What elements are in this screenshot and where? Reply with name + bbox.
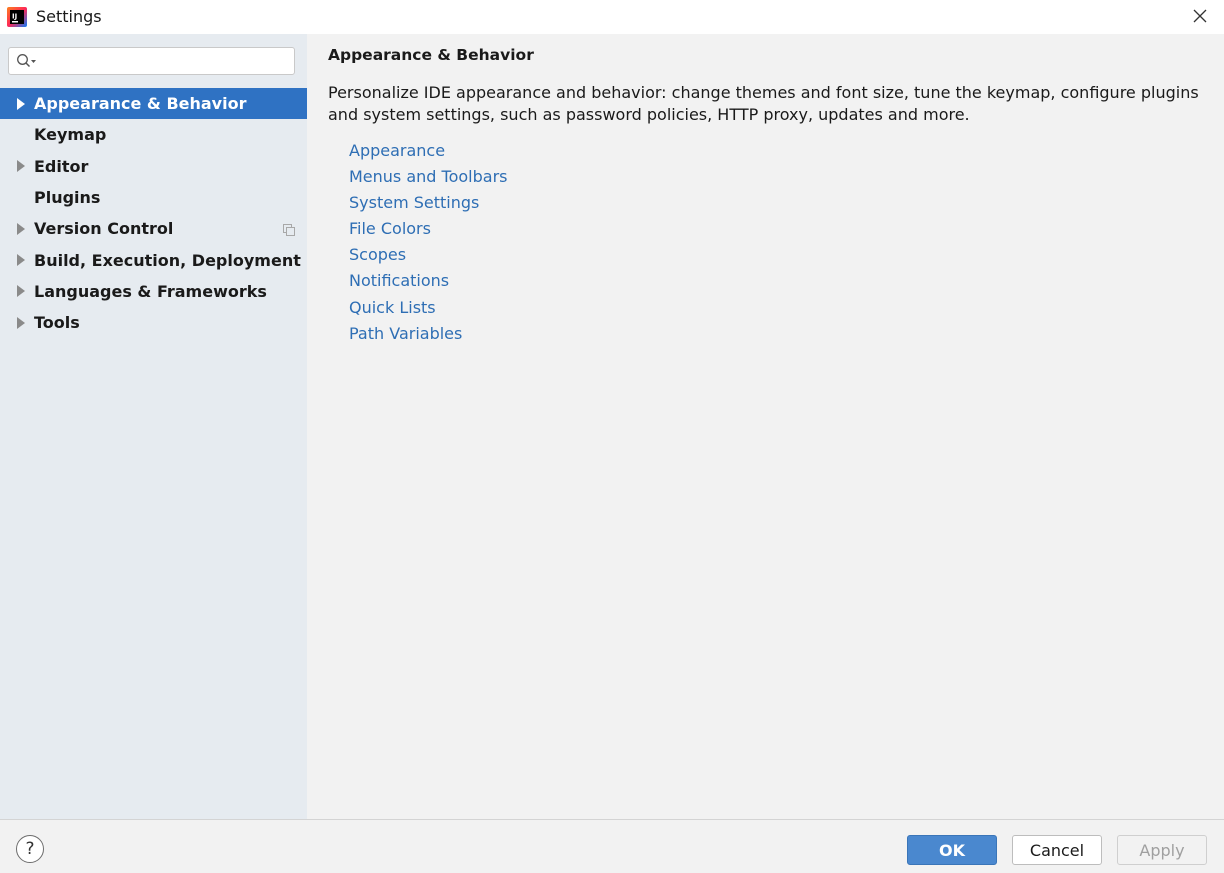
settings-content: Appearance & Behavior Personalize IDE ap… xyxy=(307,34,1224,819)
link-path-variables[interactable]: Path Variables xyxy=(349,321,508,347)
title-bar: IJ Settings xyxy=(0,0,1224,34)
cancel-button[interactable]: Cancel xyxy=(1012,835,1102,865)
link-file-colors[interactable]: File Colors xyxy=(349,216,508,242)
link-scopes[interactable]: Scopes xyxy=(349,242,508,268)
sidebar-item-label: Tools xyxy=(34,313,80,333)
apply-button[interactable]: Apply xyxy=(1117,835,1207,865)
help-button[interactable]: ? xyxy=(16,835,44,863)
link-quick-lists[interactable]: Quick Lists xyxy=(349,295,508,321)
sidebar-item-languages-frameworks[interactable]: Languages & Frameworks xyxy=(0,276,307,307)
link-appearance[interactable]: Appearance xyxy=(349,138,508,164)
settings-tree: Appearance & Behavior Keymap Editor Plug… xyxy=(0,88,307,338)
search-icon[interactable] xyxy=(16,53,38,69)
sidebar-item-label: Build, Execution, Deployment xyxy=(34,250,301,270)
help-icon: ? xyxy=(25,839,35,859)
expand-arrow-icon[interactable] xyxy=(14,316,28,330)
copy-icon xyxy=(282,222,296,236)
link-menus-and-toolbars[interactable]: Menus and Toolbars xyxy=(349,164,508,190)
sidebar-item-keymap[interactable]: Keymap xyxy=(0,119,307,150)
expand-arrow-icon[interactable] xyxy=(14,97,28,111)
sidebar-item-label: Editor xyxy=(34,156,89,176)
close-icon xyxy=(1193,8,1207,27)
sidebar-item-tools[interactable]: Tools xyxy=(0,307,307,338)
ok-button[interactable]: OK xyxy=(907,835,997,865)
subsection-links: Appearance Menus and Toolbars System Set… xyxy=(349,138,508,347)
dialog-footer: ? OK Cancel Apply xyxy=(0,819,1224,873)
sidebar-item-label: Plugins xyxy=(34,188,101,208)
svg-text:IJ: IJ xyxy=(12,13,17,21)
sidebar-item-appearance-behavior[interactable]: Appearance & Behavior xyxy=(0,88,307,120)
expand-arrow-icon[interactable] xyxy=(14,159,28,173)
search-box[interactable] xyxy=(8,47,295,75)
link-system-settings[interactable]: System Settings xyxy=(349,190,508,216)
sidebar-item-label: Version Control xyxy=(34,219,174,239)
expand-arrow-icon[interactable] xyxy=(14,253,28,267)
sidebar-item-version-control[interactable]: Version Control xyxy=(0,213,307,244)
window-title: Settings xyxy=(36,7,102,26)
intellij-idea-icon: IJ xyxy=(7,7,27,27)
settings-window: IJ Settings Appearance & Behavior Keymap… xyxy=(0,0,1224,873)
expand-arrow-icon[interactable] xyxy=(14,222,28,236)
close-button[interactable] xyxy=(1186,4,1214,30)
link-notifications[interactable]: Notifications xyxy=(349,268,508,294)
sidebar-item-build-execution-deployment[interactable]: Build, Execution, Deployment xyxy=(0,244,307,275)
page-description: Personalize IDE appearance and behavior:… xyxy=(328,83,1199,124)
page-title: Appearance & Behavior xyxy=(328,46,534,64)
sidebar-item-plugins[interactable]: Plugins xyxy=(0,182,307,213)
sidebar-item-label: Appearance & Behavior xyxy=(34,94,247,114)
search-input[interactable] xyxy=(41,50,293,74)
settings-sidebar: Appearance & Behavior Keymap Editor Plug… xyxy=(0,34,307,819)
sidebar-item-label: Languages & Frameworks xyxy=(34,281,267,301)
sidebar-item-label: Keymap xyxy=(34,125,107,145)
expand-arrow-icon[interactable] xyxy=(14,284,28,298)
sidebar-item-editor[interactable]: Editor xyxy=(0,151,307,182)
